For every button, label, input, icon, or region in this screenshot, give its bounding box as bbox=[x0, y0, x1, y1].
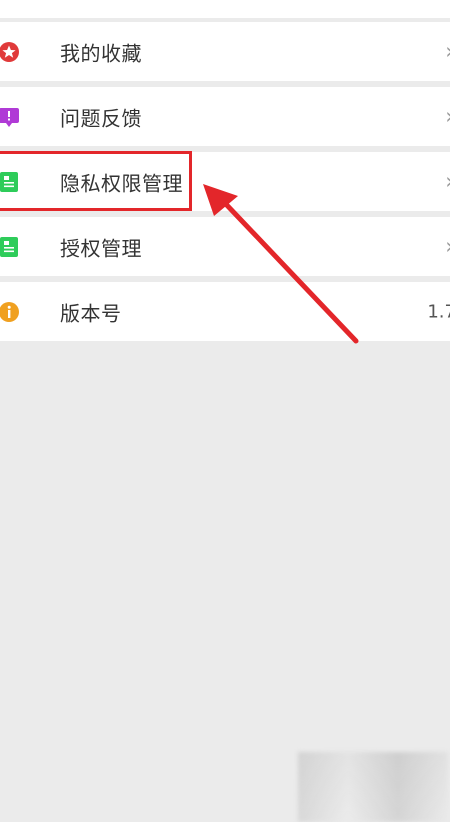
menu-item-feedback[interactable]: 问题反馈 › bbox=[0, 87, 450, 146]
version-value: 1.7 bbox=[427, 301, 450, 322]
watermark-mosaic bbox=[298, 752, 448, 822]
highlight-box bbox=[0, 151, 192, 211]
menu-item-label: 版本号 bbox=[60, 301, 122, 325]
menu-item-authorization[interactable]: 授权管理 › bbox=[0, 217, 450, 276]
settings-screen: 我的收藏 › 问题反馈 › 隐私权限管理 › bbox=[0, 0, 450, 822]
menu-item-label: 授权管理 bbox=[60, 236, 142, 260]
chevron-right-icon: › bbox=[445, 104, 450, 129]
chevron-right-icon: › bbox=[445, 169, 450, 194]
favorites-star-icon bbox=[0, 41, 19, 62]
chevron-right-icon: › bbox=[445, 39, 450, 64]
top-strip bbox=[0, 0, 450, 18]
menu-item-version[interactable]: 版本号 1.7 bbox=[0, 282, 450, 341]
info-icon bbox=[0, 301, 19, 322]
chevron-right-icon: › bbox=[445, 234, 450, 259]
authorization-doc-icon bbox=[0, 236, 18, 257]
menu-item-label: 问题反馈 bbox=[60, 106, 142, 130]
menu-item-favorites[interactable]: 我的收藏 › bbox=[0, 22, 450, 81]
feedback-icon bbox=[0, 107, 19, 127]
menu-item-label: 我的收藏 bbox=[60, 41, 142, 65]
